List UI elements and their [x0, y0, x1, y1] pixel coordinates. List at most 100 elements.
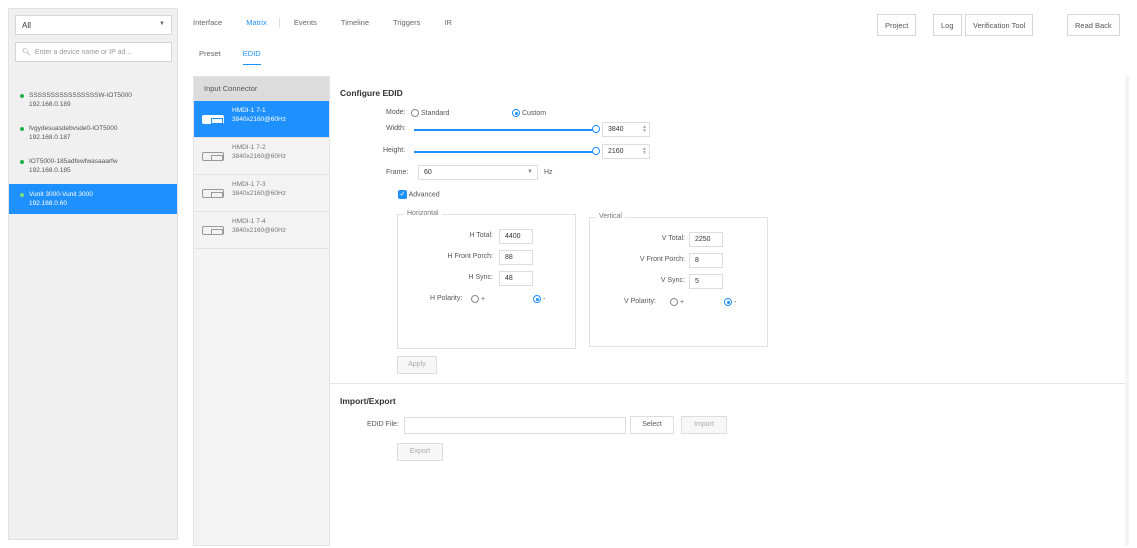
- width-slider[interactable]: [414, 129, 594, 131]
- height-value: 2160: [608, 148, 624, 155]
- device-panel: All ▼ 🔍︎ Enter a device name or IP ad...…: [8, 8, 178, 540]
- width-slider-handle[interactable]: [592, 125, 600, 133]
- v-polarity-label: V Polarity:: [624, 298, 656, 305]
- subtab-preset[interactable]: Preset: [199, 49, 221, 64]
- tab-interface[interactable]: Interface: [193, 18, 222, 27]
- input-connector-header: Input Connector: [194, 77, 329, 101]
- mode-custom-radio[interactable]: Custom: [512, 109, 546, 117]
- select-button[interactable]: Select: [630, 416, 674, 434]
- verification-tool-button[interactable]: Verification Tool: [965, 14, 1034, 36]
- log-button[interactable]: Log: [933, 14, 962, 36]
- v-polarity-minus-label: -: [733, 298, 737, 306]
- vertical-group: Vertical V Total: 2250 V Front Porch: 8 …: [589, 213, 768, 347]
- connector-item[interactable]: HMDI-1 7-3 3840x2160@60Hz: [194, 175, 329, 212]
- h-polarity-minus-label: -: [542, 295, 546, 303]
- import-button[interactable]: Import: [681, 416, 727, 434]
- main-tabs: Interface Matrix Events Timeline Trigger…: [193, 18, 474, 29]
- horizontal-group: Horizontal H Total: 4400 H Front Porch: …: [397, 210, 576, 349]
- configure-edid-panel: Configure EDID Mode: Standard Custom Wid…: [330, 76, 1129, 546]
- device-name: Vunit 3000-Vunit 3000: [29, 191, 93, 198]
- connector-name: HMDI-1 7-3: [232, 181, 266, 188]
- hdmi-port-icon: [202, 189, 224, 198]
- frame-value: 60: [424, 169, 432, 176]
- connector-resolution: 3840x2160@60Hz: [232, 116, 286, 123]
- device-item[interactable]: IOT5000-185adfewfwasaaarfw 192.168.0.185: [9, 151, 177, 181]
- online-status-icon: [20, 160, 24, 164]
- radio-unchecked-icon: [670, 298, 678, 306]
- mode-label: Mode:: [386, 109, 406, 116]
- edid-file-input[interactable]: [404, 417, 626, 434]
- tab-ir[interactable]: IR: [444, 18, 452, 27]
- project-button[interactable]: Project: [877, 14, 917, 36]
- connector-item-selected[interactable]: HMDI-1 7-1 3840x2160@60Hz: [194, 101, 329, 138]
- horizontal-legend: Horizontal: [404, 210, 442, 217]
- input-connector-list: Input Connector HMDI-1 7-1 3840x2160@60H…: [193, 76, 330, 546]
- h-front-porch-label: H Front Porch:: [447, 253, 493, 260]
- device-ip: 192.168.0.60: [29, 200, 67, 207]
- v-sync-label: V Sync:: [660, 277, 685, 284]
- mode-standard-label: Standard: [420, 109, 450, 117]
- tab-matrix[interactable]: Matrix: [246, 18, 266, 27]
- device-name: SSSSSSSSSSSSSSSSW-IOT5000: [29, 92, 132, 99]
- tab-events[interactable]: Events: [294, 18, 317, 27]
- spinner-icon[interactable]: ▲ ▼: [642, 147, 647, 156]
- h-sync-label: H Sync:: [468, 274, 493, 281]
- checkmark-icon: ✓: [398, 190, 407, 199]
- width-input[interactable]: 3840 ▲ ▼: [602, 122, 650, 137]
- export-button[interactable]: Export: [397, 443, 443, 461]
- v-total-label: V Total:: [661, 235, 685, 242]
- connector-item[interactable]: HMDI-1 7-2 3840x2160@60Hz: [194, 138, 329, 175]
- frame-select[interactable]: 60 ▼: [418, 165, 538, 180]
- device-item-selected[interactable]: Vunit 3000-Vunit 3000 192.168.0.60: [9, 184, 177, 214]
- v-front-porch-label: V Front Porch:: [639, 256, 685, 263]
- tab-timeline[interactable]: Timeline: [341, 18, 369, 27]
- online-status-icon: [20, 193, 24, 197]
- device-ip: 192.168.0.189: [29, 101, 71, 108]
- chevron-down-icon: ▼: [527, 169, 533, 175]
- height-input[interactable]: 2160 ▲ ▼: [602, 144, 650, 159]
- v-front-porch-value: 8: [695, 257, 699, 264]
- device-search-input[interactable]: 🔍︎ Enter a device name or IP ad...: [15, 42, 172, 62]
- connector-name: HMDI-1 7-1: [232, 107, 266, 114]
- device-filter-dropdown[interactable]: All ▼: [15, 15, 172, 35]
- h-polarity-label: H Polarity:: [430, 295, 463, 302]
- v-polarity-plus-radio[interactable]: +: [670, 298, 684, 306]
- v-sync-value: 5: [695, 278, 699, 285]
- search-icon: 🔍︎: [22, 49, 31, 56]
- h-total-input[interactable]: 4400: [499, 229, 533, 244]
- v-polarity-minus-radio[interactable]: -: [724, 298, 736, 306]
- connector-name: HMDI-1 7-4: [232, 218, 266, 225]
- mode-standard-radio[interactable]: Standard: [411, 109, 449, 117]
- online-status-icon: [20, 94, 24, 98]
- v-sync-input[interactable]: 5: [689, 274, 723, 289]
- device-ip: 192.168.0.187: [29, 134, 71, 141]
- connector-item[interactable]: HMDI-1 7-4 3840x2160@60Hz: [194, 212, 329, 249]
- read-back-button[interactable]: Read Back: [1067, 14, 1120, 36]
- v-front-porch-input[interactable]: 8: [689, 253, 723, 268]
- h-front-porch-input[interactable]: 88: [499, 250, 533, 265]
- import-export-title: Import/Export: [340, 396, 396, 406]
- scrollbar[interactable]: [1125, 76, 1129, 546]
- tab-triggers[interactable]: Triggers: [393, 18, 420, 27]
- h-total-value: 4400: [505, 233, 521, 240]
- v-total-value: 2250: [695, 236, 711, 243]
- h-polarity-plus-radio[interactable]: +: [471, 295, 485, 303]
- height-slider[interactable]: [414, 151, 594, 153]
- h-sync-input[interactable]: 48: [499, 271, 533, 286]
- h-polarity-minus-radio[interactable]: -: [533, 295, 545, 303]
- connector-resolution: 3840x2160@60Hz: [232, 190, 286, 197]
- device-item[interactable]: fvgydesuasdebvsde0-IOT5000 192.168.0.187: [9, 118, 177, 148]
- device-item[interactable]: SSSSSSSSSSSSSSSSW-IOT5000 192.168.0.189: [9, 85, 177, 115]
- height-slider-handle[interactable]: [592, 147, 600, 155]
- radio-unchecked-icon: [411, 109, 419, 117]
- radio-checked-icon: [533, 295, 541, 303]
- advanced-checkbox[interactable]: ✓ Advanced: [398, 190, 440, 199]
- v-total-input[interactable]: 2250: [689, 232, 723, 247]
- hdmi-port-icon: [202, 226, 224, 235]
- connector-name: HMDI-1 7-2: [232, 144, 266, 151]
- apply-button[interactable]: Apply: [397, 356, 437, 374]
- device-filter-value: All: [22, 21, 31, 30]
- width-label: Width:: [386, 125, 406, 132]
- subtab-edid[interactable]: EDID: [242, 49, 261, 65]
- spinner-icon[interactable]: ▲ ▼: [642, 125, 647, 134]
